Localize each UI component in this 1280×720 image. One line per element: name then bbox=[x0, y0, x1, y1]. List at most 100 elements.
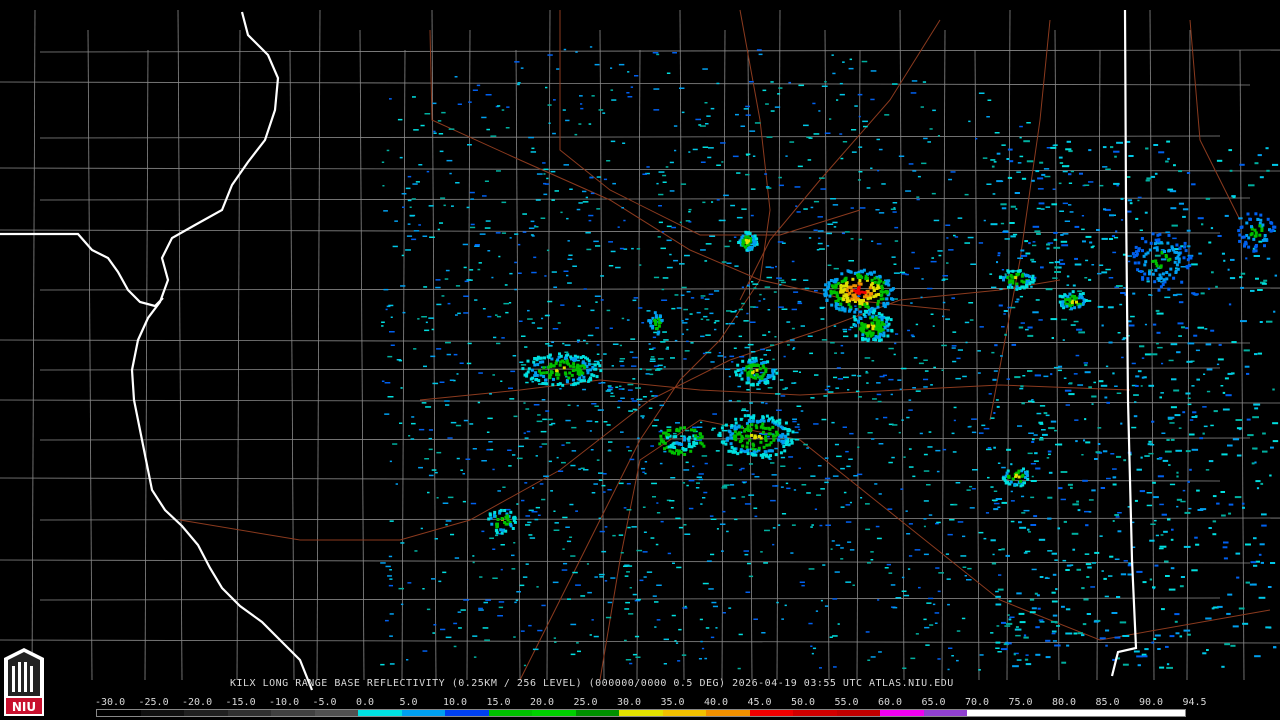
radar-echo bbox=[1021, 495, 1025, 498]
radar-echo bbox=[1157, 648, 1161, 650]
radar-echo bbox=[653, 276, 660, 279]
radar-echo bbox=[1241, 502, 1245, 505]
radar-echo bbox=[657, 321, 661, 325]
radar-echo bbox=[1060, 302, 1064, 306]
radar-echo bbox=[479, 576, 483, 578]
radar-echo bbox=[1154, 259, 1158, 263]
radar-echo bbox=[639, 579, 644, 582]
radar-echo bbox=[460, 469, 463, 471]
radar-echo bbox=[442, 502, 449, 504]
scale-label: 85.0 bbox=[1095, 697, 1120, 708]
radar-echo bbox=[572, 365, 576, 369]
radar-echo bbox=[1104, 595, 1109, 598]
radar-echo bbox=[919, 432, 923, 435]
radar-echo bbox=[782, 445, 786, 448]
radar-echo bbox=[627, 526, 631, 529]
radar-echo bbox=[679, 450, 683, 454]
radar-echo bbox=[700, 318, 704, 320]
radar-echo bbox=[536, 586, 539, 588]
radar-echo bbox=[851, 151, 857, 153]
radar-echo bbox=[1245, 221, 1249, 225]
radar-echo bbox=[760, 551, 763, 553]
radar-echo bbox=[624, 564, 630, 566]
radar-echo bbox=[540, 430, 547, 433]
radar-echo bbox=[629, 587, 632, 589]
radar-echo bbox=[1112, 468, 1117, 470]
county-line bbox=[679, 9, 685, 681]
radar-echo bbox=[1257, 289, 1263, 291]
radar-echo bbox=[1027, 334, 1034, 337]
radar-echo bbox=[537, 514, 541, 516]
radar-echo bbox=[660, 439, 664, 443]
radar-echo bbox=[825, 524, 832, 526]
radar-echo bbox=[858, 171, 863, 173]
radar-echo bbox=[1120, 573, 1127, 576]
radar-echo bbox=[738, 432, 742, 436]
radar-echo bbox=[1015, 272, 1019, 276]
radar-echo bbox=[1087, 566, 1092, 569]
radar-echo bbox=[669, 500, 675, 502]
radar-echo bbox=[762, 453, 766, 457]
radar-echo bbox=[1169, 483, 1176, 486]
radar-echo bbox=[485, 94, 492, 96]
radar-echo bbox=[844, 282, 848, 286]
radar-echo bbox=[529, 537, 536, 539]
radar-echo bbox=[571, 450, 577, 452]
radar-echo bbox=[1066, 644, 1070, 647]
radar-echo bbox=[1020, 322, 1025, 324]
radar-echo bbox=[1167, 233, 1171, 237]
radar-echo bbox=[463, 599, 470, 601]
radar-echo bbox=[745, 173, 750, 176]
radar-echo bbox=[1000, 648, 1008, 651]
radar-echo bbox=[752, 283, 759, 285]
radar-echo bbox=[989, 273, 993, 275]
radar-echo bbox=[1015, 285, 1019, 289]
radar-echo bbox=[388, 304, 394, 307]
radar-echo bbox=[508, 387, 513, 389]
radar-echo bbox=[1007, 176, 1013, 179]
radar-echo bbox=[1105, 268, 1111, 271]
radar-echo bbox=[1206, 368, 1213, 371]
radar-echo bbox=[764, 529, 770, 532]
radar-echo bbox=[1019, 387, 1024, 390]
radar-echo bbox=[1166, 666, 1173, 669]
radar-echo bbox=[1075, 354, 1080, 357]
radar-echo bbox=[971, 418, 977, 420]
county-line bbox=[0, 339, 1251, 344]
radar-echo bbox=[1019, 295, 1024, 298]
radar-echo bbox=[1101, 324, 1104, 327]
radar-echo bbox=[387, 575, 392, 577]
radar-echo bbox=[801, 484, 807, 486]
radar-echo bbox=[394, 220, 398, 222]
radar-echo bbox=[804, 287, 810, 290]
radar-echo bbox=[1159, 241, 1163, 245]
radar-echo bbox=[1051, 203, 1058, 206]
radar-echo bbox=[918, 586, 921, 589]
radar-echo bbox=[915, 633, 919, 635]
radar-echo bbox=[1185, 450, 1191, 453]
radar-echo bbox=[720, 142, 726, 144]
radar-echo bbox=[422, 588, 425, 590]
radar-echo bbox=[422, 235, 428, 237]
radar-echo bbox=[1256, 218, 1260, 221]
radar-echo bbox=[695, 487, 700, 489]
radar-echo bbox=[457, 103, 462, 105]
radar-echo bbox=[923, 618, 927, 621]
radar-echo bbox=[573, 357, 577, 361]
radar-echo bbox=[602, 473, 607, 475]
radar-echo bbox=[865, 631, 870, 633]
radar-echo bbox=[810, 526, 813, 528]
radar-echo bbox=[1170, 538, 1174, 541]
radar-echo bbox=[663, 441, 667, 445]
radar-echo bbox=[1255, 480, 1261, 483]
radar-echo bbox=[755, 363, 759, 367]
radar-echo bbox=[824, 81, 827, 83]
radar-echo bbox=[552, 328, 559, 330]
radar-echo bbox=[908, 163, 914, 165]
radar-echo bbox=[979, 326, 984, 328]
radar-echo bbox=[748, 575, 754, 578]
radar-echo bbox=[537, 327, 543, 329]
radar-echo bbox=[780, 395, 786, 397]
radar-echo bbox=[1261, 282, 1267, 285]
scale-label: 65.0 bbox=[921, 697, 946, 708]
